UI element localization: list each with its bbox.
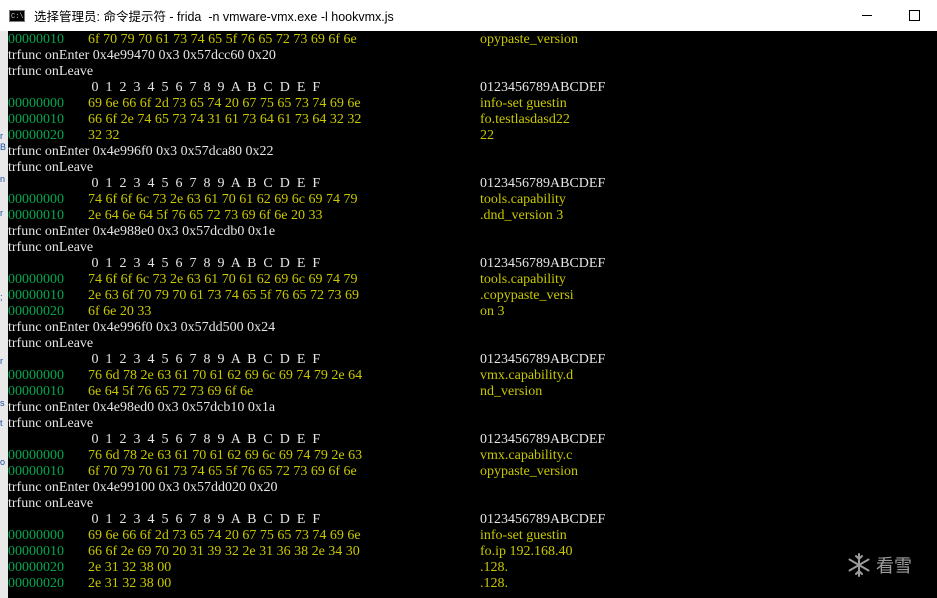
hexdump-offset: 00000020 [8,128,64,143]
hexdump-offset: 00000010 [8,288,64,303]
hexdump-offset: 00000000 [8,448,64,463]
cmd-icon: C:\ [9,9,25,22]
hexdump-ascii-header: 0123456789ABCDEF [480,432,606,447]
strip-char: r [0,356,3,366]
background-window-strip: r B n r ; r s t o [0,31,8,598]
hexdump-bytes: 74 6f 6f 6c 73 2e 63 61 70 61 62 69 6c 6… [88,272,358,287]
hexdump-ascii: .128. [480,560,508,575]
hexdump-offset: 00000020 [8,560,64,575]
hexdump-bytes: 6f 70 79 70 61 73 74 65 5f 76 65 72 73 6… [88,464,357,479]
hexdump-column-headers: 0 1 2 3 4 5 6 7 8 9 A B C D E F [88,432,321,447]
hexdump-ascii: on 3 [480,304,505,319]
console-text-line: trfunc onEnter 0x4e988e0 0x3 0x57dcdb0 0… [8,224,276,239]
window-title: 选择管理员: 命令提示符 - frida -n vmware-vmx.exe -… [34,10,394,24]
hexdump-bytes: 2e 31 32 38 00 [88,560,172,575]
hexdump-ascii: vmx.capability.c [480,448,573,463]
strip-char: r [0,131,3,141]
watermark: 看雪 [846,552,912,578]
hexdump-ascii: nd_version [480,384,543,399]
console-text-line: trfunc onEnter 0x4e98ed0 0x3 0x57dcb10 0… [8,400,276,415]
hexdump-ascii-header: 0123456789ABCDEF [480,80,606,95]
snowflake-icon [848,553,870,577]
maximize-icon [908,10,920,21]
hexdump-ascii-header: 0123456789ABCDEF [480,512,606,527]
hexdump-offset: 00000010 [8,384,64,399]
hexdump-column-headers: 0 1 2 3 4 5 6 7 8 9 A B C D E F [88,80,321,95]
console-text-line: trfunc onEnter 0x4e99470 0x3 0x57dcc60 0… [8,48,276,63]
hexdump-column-headers: 0 1 2 3 4 5 6 7 8 9 A B C D E F [88,352,321,367]
hexdump-offset: 00000010 [8,32,64,47]
console-text-line: trfunc onLeave [8,416,94,431]
hexdump-column-headers: 0 1 2 3 4 5 6 7 8 9 A B C D E F [88,512,321,527]
hexdump-bytes: 69 6e 66 6f 2d 73 65 74 20 67 75 65 73 7… [88,96,361,111]
console-text-line: trfunc onEnter 0x4e996f0 0x3 0x57dd500 0… [8,320,276,335]
console-text-line: trfunc onLeave [8,240,94,255]
hexdump-offset: 00000010 [8,112,64,127]
hexdump-ascii: .dnd_version 3 [480,208,564,223]
hexdump-bytes: 74 6f 6f 6c 73 2e 63 61 70 61 62 69 6c 6… [88,192,358,207]
console-text-line: trfunc onLeave [8,64,94,79]
hexdump-ascii: tools.capability [480,272,566,287]
title-bar[interactable]: C:\ 选择管理员: 命令提示符 - frida -n vmware-vmx.e… [0,0,937,32]
hexdump-offset: 00000010 [8,464,64,479]
console-text-line: trfunc onLeave [8,496,94,511]
hexdump-bytes: 66 6f 2e 69 70 20 31 39 32 2e 31 36 38 2… [88,544,360,559]
hexdump-ascii-header: 0123456789ABCDEF [480,352,606,367]
hexdump-bytes: 2e 63 6f 70 79 70 61 73 74 65 5f 76 65 7… [88,288,360,303]
strip-char: B [0,142,7,152]
hexdump-ascii: .128. [480,576,508,591]
hexdump-offset: 00000000 [8,96,64,111]
hexdump-ascii: opypaste_version [480,32,578,47]
strip-char: t [0,418,3,428]
hexdump-offset: 00000000 [8,368,64,383]
console-output[interactable]: 00000010 6f 70 79 70 61 73 74 65 5f 76 65… [8,31,937,598]
hexdump-ascii: info-set guestin [480,528,567,543]
hexdump-offset: 00000000 [8,528,64,543]
console-text-line: trfunc onLeave [8,160,94,175]
hexdump-bytes: 6e 64 5f 76 65 72 73 69 6f 6e [88,384,254,399]
hexdump-bytes: 2e 31 32 38 00 [88,576,172,591]
hexdump-ascii-header: 0123456789ABCDEF [480,256,606,271]
strip-char: s [0,398,5,408]
hexdump-ascii: 22 [480,128,494,143]
strip-char: n [0,174,6,184]
hexdump-ascii: fo.testlasdasd22 [480,112,570,127]
hexdump-ascii: .copypaste_versi [480,288,574,303]
hexdump-bytes: 6f 70 79 70 61 73 74 65 5f 76 65 72 73 6… [88,32,357,47]
hexdump-column-headers: 0 1 2 3 4 5 6 7 8 9 A B C D E F [88,256,321,271]
hexdump-bytes: 2e 64 6e 64 5f 76 65 72 73 69 6f 6e 20 3… [88,208,323,223]
hexdump-offset: 00000000 [8,272,64,287]
strip-char: r [0,208,3,218]
hexdump-offset: 00000020 [8,576,64,591]
console-text-line: trfunc onEnter 0x4e99100 0x3 0x57dd020 0… [8,480,278,495]
hexdump-bytes: 76 6d 78 2e 63 61 70 61 62 69 6c 69 74 7… [88,448,363,463]
console-text-line: trfunc onEnter 0x4e996f0 0x3 0x57dca80 0… [8,144,274,159]
hexdump-bytes: 76 6d 78 2e 63 61 70 61 62 69 6c 69 74 7… [88,368,363,383]
hexdump-ascii: info-set guestin [480,96,567,111]
hexdump-column-headers: 0 1 2 3 4 5 6 7 8 9 A B C D E F [88,176,321,191]
watermark-text: 看雪 [876,556,912,576]
minimize-button[interactable] [844,0,890,31]
maximize-button[interactable] [891,0,937,31]
hexdump-ascii: opypaste_version [480,464,578,479]
strip-char: o [0,457,6,467]
hexdump-bytes: 6f 6e 20 33 [88,304,152,319]
hexdump-ascii: fo.ip 192.168.40 [480,544,573,559]
hexdump-offset: 00000020 [8,304,64,319]
hexdump-offset: 00000010 [8,208,64,223]
hexdump-bytes: 69 6e 66 6f 2d 73 65 74 20 67 75 65 73 7… [88,528,361,543]
minimize-icon [862,15,872,16]
hexdump-ascii: vmx.capability.d [480,368,574,383]
hexdump-ascii-header: 0123456789ABCDEF [480,176,606,191]
hexdump-offset: 00000000 [8,192,64,207]
hexdump-ascii: tools.capability [480,192,566,207]
strip-char: ; [0,292,3,302]
hexdump-offset: 00000010 [8,544,64,559]
hexdump-bytes: 32 32 [88,128,120,143]
console-text-line: trfunc onLeave [8,336,94,351]
hexdump-bytes: 66 6f 2e 74 65 73 74 31 61 73 64 61 73 6… [88,112,362,127]
